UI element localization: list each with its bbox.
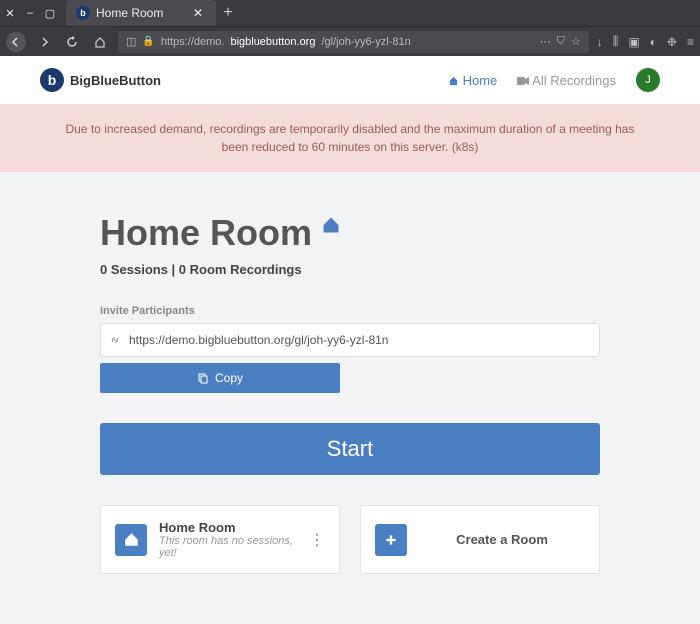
extension-icon-2[interactable]: ❉ <box>667 35 677 49</box>
home-icon <box>448 75 459 86</box>
browser-chrome: ✕ – ▢ b Home Room ✕ + ◫ 🔒 https://demo. b… <box>0 0 700 56</box>
back-button[interactable] <box>6 32 26 52</box>
nav-recordings-link[interactable]: All Recordings <box>517 73 616 88</box>
room-cards: Home Room This room has no sessions, yet… <box>100 505 600 574</box>
home-icon <box>322 216 340 234</box>
url-domain: bigbluebutton.org <box>230 36 315 48</box>
invite-label: Invite Participants <box>100 305 600 317</box>
room-title: Home Room <box>100 212 312 254</box>
alert-banner: Due to increased demand, recordings are … <box>0 104 700 172</box>
home-icon <box>124 532 139 547</box>
browser-toolbar: ◫ 🔒 https://demo. bigbluebutton.org/gl/jo… <box>0 26 700 56</box>
start-button[interactable]: Start <box>100 423 600 475</box>
arrow-right-icon <box>38 36 50 48</box>
user-avatar[interactable]: J <box>636 68 660 92</box>
room-title-row: Home Room <box>100 212 600 254</box>
forward-button[interactable] <box>34 32 54 52</box>
home-button[interactable] <box>90 32 110 52</box>
room-card-subtitle: This room has no sessions, yet! <box>159 535 297 559</box>
extension-icon[interactable]: ◐ <box>650 35 657 49</box>
new-tab-button[interactable]: + <box>216 4 240 22</box>
link-icon <box>109 334 121 346</box>
create-room-label: Create a Room <box>419 532 585 547</box>
brand-name: BigBlueButton <box>70 73 161 88</box>
tab-title: Home Room <box>96 6 163 20</box>
nav-links: Home All Recordings J <box>448 68 660 92</box>
lock-icon: 🔒 <box>142 36 154 47</box>
window-close-button[interactable]: ✕ <box>0 7 20 20</box>
camera-icon <box>517 76 529 86</box>
url-suffix: /gl/joh-yy6-yzl-81n <box>321 36 410 48</box>
nav-home-link[interactable]: Home <box>448 73 497 88</box>
copy-label: Copy <box>215 371 243 385</box>
url-prefix: https://demo. <box>161 36 225 48</box>
nav-home-label: Home <box>463 73 498 88</box>
room-card-menu-button[interactable]: ⋮ <box>309 530 325 550</box>
invite-url-field[interactable] <box>100 323 600 357</box>
app-navbar: b BigBlueButton Home All Recordings J <box>0 56 700 104</box>
room-stats: 0 Sessions | 0 Room Recordings <box>100 262 600 277</box>
address-bar[interactable]: ◫ 🔒 https://demo. bigbluebutton.org/gl/jo… <box>118 31 589 53</box>
arrow-left-icon <box>10 36 22 48</box>
toolbar-right-icons: ↓ ⫼ ▣ ◐ ❉ ≡ <box>597 34 694 49</box>
sidebar-icon[interactable]: ▣ <box>628 35 639 49</box>
window-maximize-button[interactable]: ▢ <box>40 7 60 20</box>
tab-close-button[interactable]: ✕ <box>190 6 206 20</box>
window-minimize-button[interactable]: – <box>20 7 40 19</box>
room-card-title: Home Room <box>159 520 297 535</box>
home-icon <box>94 36 106 48</box>
brand-logo[interactable]: b BigBlueButton <box>40 68 161 92</box>
main-area: Home Room 0 Sessions | 0 Room Recordings… <box>0 172 700 624</box>
copy-icon <box>197 372 209 384</box>
room-card-home[interactable]: Home Room This room has no sessions, yet… <box>100 505 340 574</box>
bookmark-star-icon[interactable]: ☆ <box>571 35 581 48</box>
tab-favicon: b <box>76 6 90 20</box>
room-card-icon <box>115 524 147 556</box>
alert-text: Due to increased demand, recordings are … <box>66 122 635 154</box>
library-icon[interactable]: ⫼ <box>613 34 619 49</box>
menu-button[interactable]: ≡ <box>687 35 694 49</box>
create-room-card[interactable]: Create a Room <box>360 505 600 574</box>
browser-tab[interactable]: b Home Room ✕ <box>66 0 216 26</box>
plus-icon <box>384 533 398 547</box>
nav-recordings-label: All Recordings <box>532 73 616 88</box>
shield-icon: ◫ <box>126 35 136 48</box>
page-actions-icon[interactable]: ⋯ <box>540 35 551 48</box>
invite-url-input[interactable] <box>129 333 591 347</box>
create-room-icon <box>375 524 407 556</box>
room-home-icon[interactable] <box>322 216 340 234</box>
logo-icon: b <box>40 68 64 92</box>
page-content: b BigBlueButton Home All Recordings J Du… <box>0 56 700 624</box>
reader-mode-icon[interactable]: ⛉ <box>557 35 565 48</box>
downloads-icon[interactable]: ↓ <box>597 35 603 49</box>
reload-button[interactable] <box>62 32 82 52</box>
copy-button[interactable]: Copy <box>100 363 340 393</box>
browser-tab-bar: ✕ – ▢ b Home Room ✕ + <box>0 0 700 26</box>
reload-icon <box>66 36 78 48</box>
